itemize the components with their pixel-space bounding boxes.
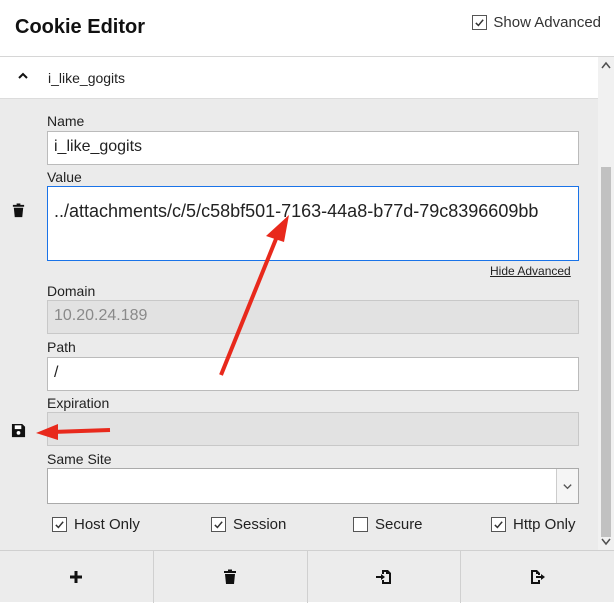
- chevron-up-icon[interactable]: [17, 70, 29, 82]
- host-only-checkbox[interactable]: [52, 517, 67, 532]
- http-only-option[interactable]: Http Only: [491, 516, 576, 533]
- expiration-label: Expiration: [47, 395, 110, 411]
- path-label: Path: [47, 339, 76, 355]
- hide-advanced-link[interactable]: Hide Advanced: [490, 264, 571, 278]
- import-button[interactable]: [308, 551, 462, 603]
- scroll-down-icon[interactable]: [601, 538, 611, 546]
- value-label: Value: [47, 169, 82, 185]
- secure-option[interactable]: Secure: [353, 516, 423, 533]
- bottom-toolbar: [0, 550, 614, 603]
- session-checkbox[interactable]: [211, 517, 226, 532]
- session-option[interactable]: Session: [211, 516, 286, 533]
- checkmark-icon: [214, 521, 223, 529]
- checkmark-icon: [494, 521, 503, 529]
- checkmark-icon: [55, 521, 64, 529]
- show-advanced-checkbox[interactable]: [472, 15, 488, 30]
- show-advanced-label: Show Advanced: [493, 14, 601, 31]
- secure-label: Secure: [375, 516, 423, 533]
- cookie-flags: Host Only Session Secure Http Only: [0, 516, 598, 536]
- name-label: Name: [47, 113, 85, 129]
- session-label: Session: [233, 516, 287, 533]
- floppy-disk-icon[interactable]: [11, 423, 26, 438]
- expiration-input: [47, 412, 579, 446]
- secure-checkbox[interactable]: [353, 517, 368, 532]
- export-button[interactable]: [461, 551, 614, 603]
- chevron-down-icon: [563, 483, 572, 489]
- show-advanced-toggle[interactable]: Show Advanced: [472, 14, 601, 31]
- domain-label: Domain: [47, 283, 96, 299]
- host-only-option[interactable]: Host Only: [52, 516, 140, 533]
- cookie-detail-panel: Name i_like_gogits Value ../attachments/…: [0, 99, 598, 550]
- vertical-scrollbar[interactable]: [598, 57, 614, 550]
- app-title: Cookie Editor: [15, 16, 146, 38]
- scrollbar-thumb[interactable]: [601, 167, 611, 537]
- export-icon: [530, 570, 545, 584]
- host-only-label: Host Only: [74, 516, 140, 533]
- add-cookie-button[interactable]: [0, 551, 154, 603]
- app-header: Cookie Editor Show Advanced: [0, 0, 614, 57]
- trash-icon: [224, 569, 237, 584]
- select-dropdown-button[interactable]: [556, 469, 578, 503]
- cookie-name-header: i_like_gogits: [48, 70, 126, 86]
- name-input[interactable]: i_like_gogits: [47, 131, 579, 165]
- plus-icon: [70, 571, 83, 583]
- delete-all-button[interactable]: [154, 551, 308, 603]
- value-textarea[interactable]: ../attachments/c/5/c58bf501-7163-44a8-b7…: [47, 186, 579, 261]
- same-site-label: Same Site: [47, 451, 112, 467]
- checkmark-icon: [475, 19, 485, 27]
- path-input[interactable]: /: [47, 357, 579, 391]
- same-site-select[interactable]: [47, 468, 579, 504]
- http-only-checkbox[interactable]: [491, 517, 506, 532]
- scroll-up-icon[interactable]: [601, 61, 611, 69]
- import-icon: [375, 570, 391, 584]
- http-only-label: Http Only: [513, 516, 576, 533]
- domain-input: 10.20.24.189: [47, 300, 579, 334]
- trash-icon[interactable]: [11, 203, 26, 218]
- cookie-item-header[interactable]: i_like_gogits: [0, 57, 598, 99]
